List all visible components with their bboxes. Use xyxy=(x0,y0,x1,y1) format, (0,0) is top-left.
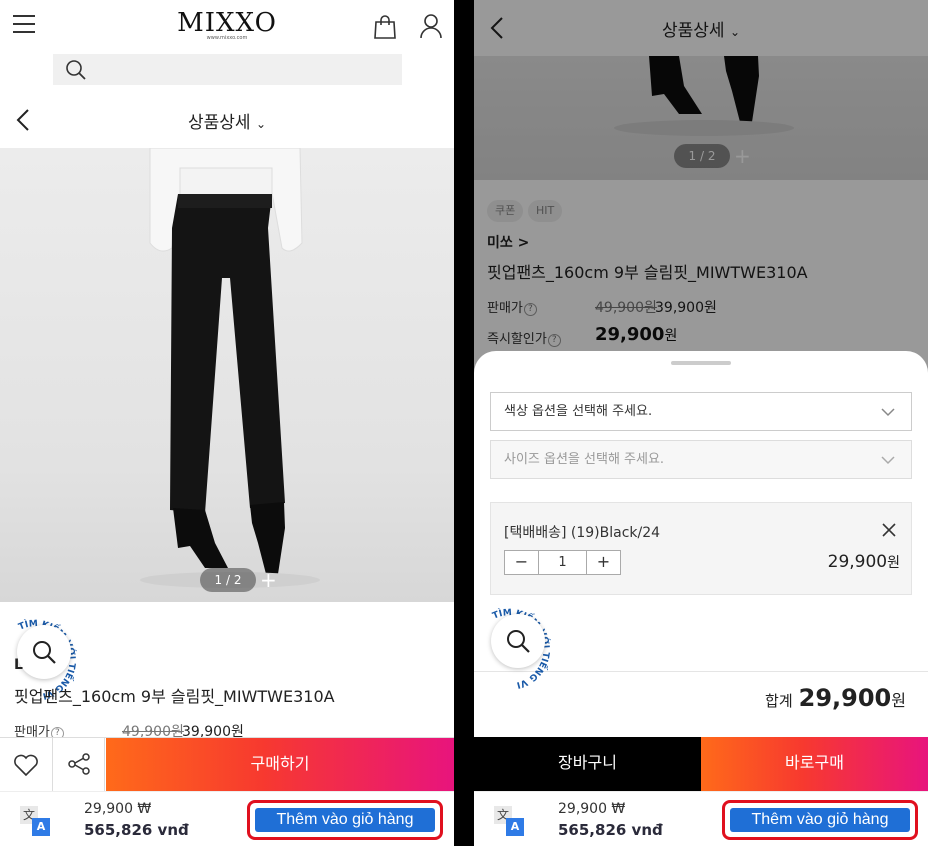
product-name: 핏업팬츠_160cm 9부 슬림핏_MIWTWE310A xyxy=(14,687,335,706)
top-navigation-bar: MIXXO www.mixxo.com xyxy=(0,0,454,52)
translate-extension-bar: 文 A 29,900 ₩ 565,826 vnđ Thêm vào giỏ hà… xyxy=(0,791,454,846)
share-button[interactable] xyxy=(53,738,105,792)
option-price: 29,900원 xyxy=(827,552,900,572)
add-cart-button[interactable]: 장바구니 xyxy=(474,737,701,791)
detail-header: 상품상세 ⌄ xyxy=(0,100,454,140)
brand-link-partial[interactable]: L xyxy=(14,657,23,673)
heart-icon xyxy=(14,754,38,777)
color-option-select[interactable]: 색상 옵션을 선택해 주세요. xyxy=(490,392,912,431)
price-krw: 29,900 ₩ xyxy=(558,801,626,817)
chevron-down-icon: ⌄ xyxy=(255,117,267,131)
search-icon xyxy=(507,630,530,653)
model-illustration xyxy=(140,148,320,588)
bottom-action-bar: 구매하기 xyxy=(0,737,454,792)
price-krw: 29,900 ₩ xyxy=(84,801,152,817)
wishlist-button[interactable] xyxy=(0,738,53,792)
selected-option-name: [택배배송] (19)Black/24 xyxy=(504,525,661,541)
chevron-down-icon xyxy=(881,456,895,465)
selected-option-item: [택배배송] (19)Black/24 − 1 + 29,900원 xyxy=(490,502,912,595)
image-counter[interactable]: 1 / 2 + xyxy=(200,568,290,592)
option-select-screen: 상품상세 ⌄ 1 / 2 + 쿠폰 HIT 미쏘 > 핏업팬츠_160cm 9부… xyxy=(474,0,928,846)
sheet-drag-handle[interactable] xyxy=(671,361,731,365)
page-title[interactable]: 상품상세 ⌄ xyxy=(0,108,454,133)
search-input[interactable] xyxy=(53,54,402,85)
price-vnd: 565,826 vnđ xyxy=(84,821,189,839)
buy-now-button[interactable]: 바로구매 xyxy=(701,737,928,791)
add-to-cart-button[interactable]: Thêm vào giỏ hàng xyxy=(730,808,910,832)
quantity-decrease-button[interactable]: − xyxy=(505,551,539,574)
translate-icon[interactable]: 文 A xyxy=(20,806,52,836)
quantity-value[interactable]: 1 xyxy=(539,551,586,574)
search-icon xyxy=(33,641,56,664)
remove-option-icon[interactable] xyxy=(881,522,897,538)
zoom-search-button[interactable] xyxy=(491,614,545,668)
product-image[interactable] xyxy=(0,148,454,602)
image-counter-pill: 1 / 2 xyxy=(200,568,256,592)
share-icon xyxy=(68,753,90,775)
total-price: 합계 29,900원 xyxy=(765,684,906,712)
more-images-icon[interactable]: + xyxy=(260,568,277,592)
user-icon[interactable] xyxy=(419,12,443,40)
add-to-cart-highlight: Thêm vào giỏ hàng xyxy=(722,800,918,840)
option-bottom-sheet: 색상 옵션을 선택해 주세요. 사이즈 옵션을 선택해 주세요. [택배배송] … xyxy=(474,351,928,737)
chevron-down-icon xyxy=(881,408,895,417)
size-option-select[interactable]: 사이즈 옵션을 선택해 주세요. xyxy=(490,440,912,479)
search-icon xyxy=(66,60,86,80)
price-vnd: 565,826 vnđ xyxy=(558,821,663,839)
bottom-action-bar: 장바구니 바로구매 xyxy=(474,737,928,791)
vietnamese-search-badge[interactable]: TÌM KIẾM VỚI TIẾNG VIỆT xyxy=(474,591,574,691)
quantity-increase-button[interactable]: + xyxy=(586,551,620,574)
buy-button[interactable]: 구매하기 xyxy=(106,738,454,792)
quantity-stepper: − 1 + xyxy=(504,550,621,575)
add-to-cart-button[interactable]: Thêm vào giỏ hàng xyxy=(255,808,435,832)
zoom-search-button[interactable] xyxy=(17,625,71,679)
product-detail-screen: MIXXO www.mixxo.com 상품상세 ⌄ 1 / 2 + TÌM I… xyxy=(0,0,454,846)
shopping-bag-icon[interactable] xyxy=(373,14,397,40)
add-to-cart-highlight: Thêm vào giỏ hàng xyxy=(247,800,443,840)
translate-icon[interactable]: 文 A xyxy=(494,806,526,836)
translate-extension-bar: 文 A 29,900 ₩ 565,826 vnđ Thêm vào giỏ hà… xyxy=(474,791,928,846)
